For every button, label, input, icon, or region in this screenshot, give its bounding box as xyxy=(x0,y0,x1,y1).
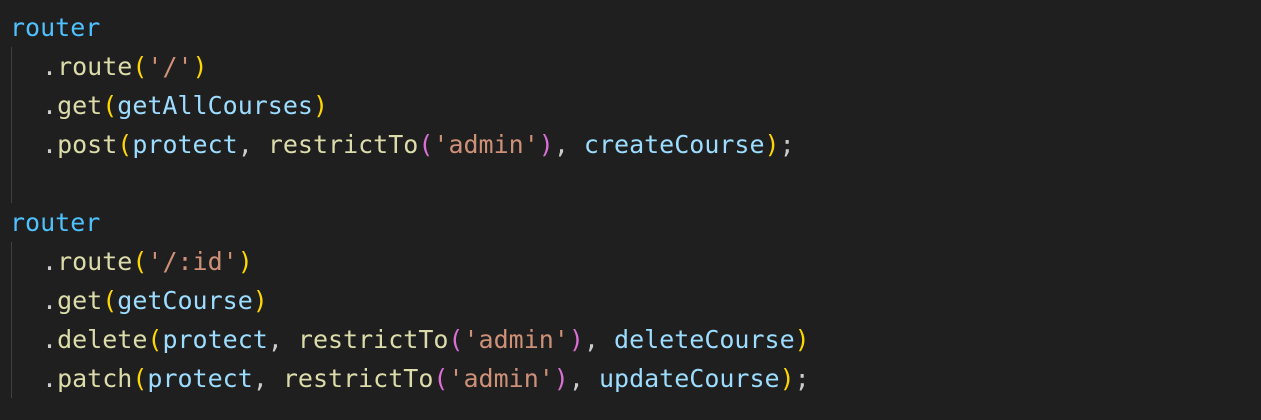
delete-role-string: 'admin' xyxy=(463,325,569,354)
post-method: post xyxy=(57,130,118,159)
code-line-6[interactable]: router xyxy=(0,203,1261,242)
delete-middleware-restrict: restrictTo xyxy=(297,325,449,354)
code-line-1[interactable]: router xyxy=(0,8,1261,47)
code-line-7[interactable]: .route('/:id') xyxy=(0,242,1261,281)
code-line-10[interactable]: .patch(protect, restrictTo('admin'), upd… xyxy=(0,359,1261,398)
patch-middleware-restrict: restrictTo xyxy=(282,364,434,393)
indent-guide xyxy=(11,281,12,320)
code-line-8[interactable]: .get(getCourse) xyxy=(0,281,1261,320)
code-line-4[interactable]: .post(protect, restrictTo('admin'), crea… xyxy=(0,125,1261,164)
code-line-5[interactable] xyxy=(0,164,1261,203)
indent-guide xyxy=(11,125,12,164)
post-role-string: 'admin' xyxy=(433,130,539,159)
route-method: route xyxy=(57,247,133,276)
post-middleware-restrict: restrictTo xyxy=(267,130,419,159)
get-method: get xyxy=(57,91,103,120)
router-identifier: router xyxy=(10,208,101,237)
route-path-string: '/:id' xyxy=(147,247,238,276)
indent-guide xyxy=(11,359,12,398)
code-line-2[interactable]: .route('/') xyxy=(0,47,1261,86)
patch-middleware-protect: protect xyxy=(147,364,253,393)
get-handler: getCourse xyxy=(117,286,253,315)
post-middleware-protect: protect xyxy=(132,130,238,159)
indent-guide xyxy=(11,242,12,281)
code-line-9[interactable]: .delete(protect, restrictTo('admin'), de… xyxy=(0,320,1261,359)
indent-guide xyxy=(11,164,12,203)
patch-handler: updateCourse xyxy=(598,364,780,393)
route-path-string: '/' xyxy=(147,52,193,81)
delete-middleware-protect: protect xyxy=(162,325,268,354)
indent-guide xyxy=(11,86,12,125)
patch-role-string: 'admin' xyxy=(448,364,554,393)
get-handler: getAllCourses xyxy=(117,91,313,120)
code-line-3[interactable]: .get(getAllCourses) xyxy=(0,86,1261,125)
get-method: get xyxy=(57,286,103,315)
code-editor[interactable]: router .route('/') .get(getAllCourses) .… xyxy=(0,0,1261,420)
delete-handler: deleteCourse xyxy=(614,325,795,354)
delete-method: delete xyxy=(57,325,148,354)
indent-guide xyxy=(11,47,12,86)
patch-method: patch xyxy=(57,364,133,393)
router-identifier: router xyxy=(10,13,101,42)
route-method: route xyxy=(57,52,133,81)
post-handler: createCourse xyxy=(583,130,765,159)
indent-guide xyxy=(11,320,12,359)
